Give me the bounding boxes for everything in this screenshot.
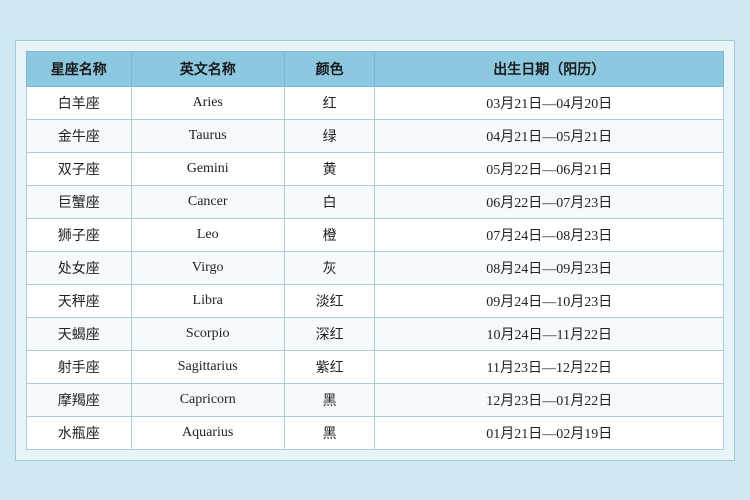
cell-color: 深红 (284, 317, 375, 350)
table-row: 天蝎座Scorpio深红10月24日—11月22日 (27, 317, 724, 350)
cell-english: Taurus (131, 119, 284, 152)
header-english: 英文名称 (131, 51, 284, 86)
cell-chinese: 射手座 (27, 350, 132, 383)
cell-date: 05月22日—06月21日 (375, 152, 724, 185)
cell-color: 橙 (284, 218, 375, 251)
table-row: 处女座Virgo灰08月24日—09月23日 (27, 251, 724, 284)
zodiac-table: 星座名称 英文名称 颜色 出生日期（阳历） 白羊座Aries红03月21日—04… (26, 51, 724, 450)
table-row: 金牛座Taurus绿04月21日—05月21日 (27, 119, 724, 152)
table-header-row: 星座名称 英文名称 颜色 出生日期（阳历） (27, 51, 724, 86)
cell-date: 10月24日—11月22日 (375, 317, 724, 350)
cell-date: 03月21日—04月20日 (375, 86, 724, 119)
table-row: 天秤座Libra淡红09月24日—10月23日 (27, 284, 724, 317)
cell-date: 11月23日—12月22日 (375, 350, 724, 383)
cell-date: 01月21日—02月19日 (375, 416, 724, 449)
cell-chinese: 白羊座 (27, 86, 132, 119)
cell-chinese: 水瓶座 (27, 416, 132, 449)
table-row: 狮子座Leo橙07月24日—08月23日 (27, 218, 724, 251)
cell-color: 白 (284, 185, 375, 218)
header-date: 出生日期（阳历） (375, 51, 724, 86)
cell-date: 07月24日—08月23日 (375, 218, 724, 251)
cell-english: Virgo (131, 251, 284, 284)
cell-english: Capricorn (131, 383, 284, 416)
table-row: 射手座Sagittarius紫红11月23日—12月22日 (27, 350, 724, 383)
table-row: 双子座Gemini黄05月22日—06月21日 (27, 152, 724, 185)
cell-color: 黑 (284, 416, 375, 449)
table-row: 摩羯座Capricorn黑12月23日—01月22日 (27, 383, 724, 416)
table-row: 水瓶座Aquarius黑01月21日—02月19日 (27, 416, 724, 449)
table-row: 巨蟹座Cancer白06月22日—07月23日 (27, 185, 724, 218)
cell-color: 黑 (284, 383, 375, 416)
cell-english: Aries (131, 86, 284, 119)
cell-english: Leo (131, 218, 284, 251)
cell-color: 紫红 (284, 350, 375, 383)
cell-date: 06月22日—07月23日 (375, 185, 724, 218)
cell-color: 黄 (284, 152, 375, 185)
cell-date: 08月24日—09月23日 (375, 251, 724, 284)
header-chinese: 星座名称 (27, 51, 132, 86)
cell-english: Cancer (131, 185, 284, 218)
cell-chinese: 摩羯座 (27, 383, 132, 416)
cell-date: 09月24日—10月23日 (375, 284, 724, 317)
cell-english: Aquarius (131, 416, 284, 449)
cell-color: 淡红 (284, 284, 375, 317)
cell-color: 灰 (284, 251, 375, 284)
cell-chinese: 狮子座 (27, 218, 132, 251)
cell-chinese: 双子座 (27, 152, 132, 185)
cell-date: 12月23日—01月22日 (375, 383, 724, 416)
cell-chinese: 巨蟹座 (27, 185, 132, 218)
cell-english: Libra (131, 284, 284, 317)
cell-date: 04月21日—05月21日 (375, 119, 724, 152)
main-container: 星座名称 英文名称 颜色 出生日期（阳历） 白羊座Aries红03月21日—04… (15, 40, 735, 461)
cell-chinese: 处女座 (27, 251, 132, 284)
cell-color: 红 (284, 86, 375, 119)
cell-chinese: 天秤座 (27, 284, 132, 317)
cell-chinese: 金牛座 (27, 119, 132, 152)
cell-english: Scorpio (131, 317, 284, 350)
cell-english: Gemini (131, 152, 284, 185)
table-row: 白羊座Aries红03月21日—04月20日 (27, 86, 724, 119)
cell-english: Sagittarius (131, 350, 284, 383)
header-color: 颜色 (284, 51, 375, 86)
cell-chinese: 天蝎座 (27, 317, 132, 350)
cell-color: 绿 (284, 119, 375, 152)
